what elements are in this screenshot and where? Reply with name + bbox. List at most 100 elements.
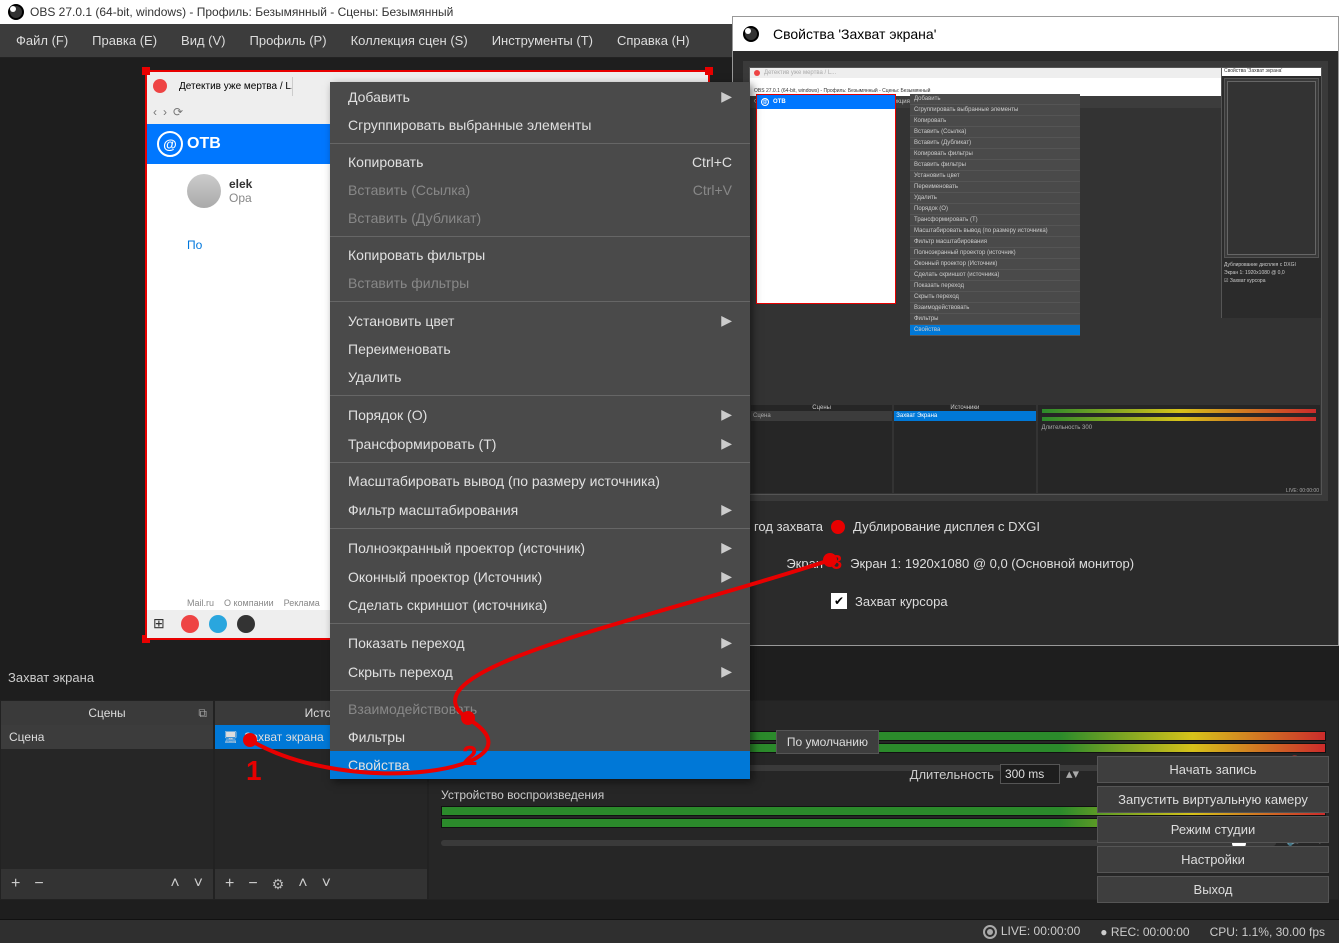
duration-input[interactable] <box>1000 764 1060 784</box>
cpu-status: CPU: 1.1%, 30.00 fps <box>1210 925 1325 939</box>
cursor-label: Захват курсора <box>855 594 948 609</box>
ctx-separator <box>330 143 750 144</box>
controls-panel: Начать запись Запустить виртуальную каме… <box>1097 756 1329 903</box>
submenu-arrow-icon: ▶ <box>721 501 732 518</box>
ctx-separator <box>330 236 750 237</box>
remove-scene-button[interactable]: − <box>34 875 43 893</box>
resize-handle-tl[interactable] <box>142 67 150 75</box>
ctx-screenshot[interactable]: Сделать скриншот (источника) <box>330 591 750 619</box>
footer-ads: Реклама <box>284 598 320 608</box>
properties-titlebar[interactable]: Свойства 'Захват экрана' <box>733 17 1338 51</box>
obs-logo-icon <box>743 26 759 42</box>
source-up-button[interactable]: ˄ <box>298 875 307 893</box>
recursive-preview: Детектив уже мертва / L... OBS 27.0.1 (6… <box>749 67 1322 495</box>
ctx-window-projector[interactable]: Оконный проектор (Источник)▶ <box>330 562 750 591</box>
menu-profile[interactable]: Профиль (P) <box>238 27 339 54</box>
mail-brand: ОТВ <box>187 135 221 153</box>
menu-view[interactable]: Вид (V) <box>169 27 237 54</box>
ctx-transform[interactable]: Трансформировать (T)▶ <box>330 429 750 458</box>
menu-tools[interactable]: Инструменты (T) <box>480 27 605 54</box>
scenes-header[interactable]: Сцены ⧉ <box>1 701 213 725</box>
screen-value[interactable]: Экран 1: 1920x1080 @ 0,0 (Основной монит… <box>850 556 1134 571</box>
ctx-separator <box>330 462 750 463</box>
ctx-separator <box>330 301 750 302</box>
ctx-separator <box>330 690 750 691</box>
stepper-icon[interactable]: ▴▾ <box>1066 766 1079 782</box>
avatar <box>187 174 221 208</box>
captured-footer: Mail.ru О компании Реклама <box>187 598 320 608</box>
transition-duration-row: Длительность ▴▾ <box>910 764 1079 784</box>
menu-help[interactable]: Справка (H) <box>605 27 702 54</box>
dock-popout-icon[interactable]: ⧉ <box>198 706 207 721</box>
method-value[interactable]: Дублирование дисплея с DXGI <box>853 519 1040 534</box>
cursor-row[interactable]: ✔ Захват курсора <box>831 593 1328 609</box>
remove-source-button[interactable]: − <box>248 875 257 893</box>
ctx-separator <box>330 528 750 529</box>
menu-scene-collection[interactable]: Коллекция сцен (S) <box>339 27 480 54</box>
annotation-dot-3 <box>831 520 845 534</box>
ctx-copy-filters[interactable]: Копировать фильтры <box>330 241 750 269</box>
screen-label: Экран <box>743 556 823 571</box>
add-scene-button[interactable]: + <box>11 875 20 893</box>
shortcut-label: Ctrl+V <box>693 182 732 198</box>
ctx-add[interactable]: Добавить▶ <box>330 82 750 111</box>
submenu-arrow-icon: ▶ <box>721 568 732 585</box>
resize-handle-tr[interactable] <box>705 67 713 75</box>
obs-taskbar-icon <box>237 615 255 633</box>
nav-fwd-icon: › <box>163 105 167 119</box>
submenu-arrow-icon: ▶ <box>721 634 732 651</box>
capture-method-row: год захвата Дублирование дисплея с DXGI <box>743 519 1328 534</box>
cursor-checkbox[interactable]: ✔ <box>831 593 847 609</box>
ctx-scale-filter[interactable]: Фильтр масштабирования▶ <box>330 495 750 524</box>
shortcut-label: Ctrl+C <box>692 154 732 170</box>
obs-logo-icon <box>8 4 24 20</box>
captured-usersub: Ора <box>229 191 252 205</box>
submenu-arrow-icon: ▶ <box>721 312 732 329</box>
ctx-filters[interactable]: Фильтры <box>330 723 750 751</box>
source-settings-button[interactable]: ⚙ <box>272 876 285 893</box>
ctx-delete[interactable]: Удалить <box>330 363 750 391</box>
ctx-copy[interactable]: КопироватьCtrl+C <box>330 148 750 176</box>
ctx-properties[interactable]: Свойства <box>330 751 750 779</box>
scene-item[interactable]: Сцена <box>1 725 213 749</box>
ctx-hide-transition[interactable]: Скрыть переход▶ <box>330 657 750 686</box>
scenes-toolbar: + − ˄ ˅ <box>1 869 213 899</box>
menu-file[interactable]: Файл (F) <box>4 27 80 54</box>
annotation-2: 2 <box>462 740 478 772</box>
duration-label: Длительность <box>910 767 994 782</box>
settings-button[interactable]: Настройки <box>1097 846 1329 873</box>
scene-up-button[interactable]: ˄ <box>170 875 179 893</box>
screen-row: Экран 3 Экран 1: 1920x1080 @ 0,0 (Основн… <box>743 552 1328 575</box>
ctx-fullscreen-projector[interactable]: Полноэкранный проектор (источник)▶ <box>330 533 750 562</box>
ctx-rename[interactable]: Переименовать <box>330 335 750 363</box>
ctx-interact: Взаимодействовать <box>330 695 750 723</box>
window-title: OBS 27.0.1 (64-bit, windows) - Профиль: … <box>30 5 453 19</box>
exit-button[interactable]: Выход <box>1097 876 1329 903</box>
mini-obs-capture: Детектив уже мертва / L... OBS 27.0.1 (6… <box>750 68 1321 494</box>
source-down-button[interactable]: ˅ <box>322 875 331 893</box>
defaults-button[interactable]: По умолчанию <box>776 730 879 754</box>
ctx-show-transition[interactable]: Показать переход▶ <box>330 628 750 657</box>
windows-start-icon: ⊞ <box>153 615 171 633</box>
display-icon: 🖥 <box>223 730 238 744</box>
captured-username: elek <box>229 177 252 191</box>
submenu-arrow-icon: ▶ <box>721 88 732 105</box>
ctx-order[interactable]: Порядок (O)▶ <box>330 400 750 429</box>
scene-down-button[interactable]: ˅ <box>194 875 203 893</box>
scenes-list[interactable]: Сцена <box>1 725 213 869</box>
ctx-scale-output[interactable]: Масштабировать вывод (по размеру источни… <box>330 467 750 495</box>
ctx-set-color[interactable]: Установить цвет▶ <box>330 306 750 335</box>
start-recording-button[interactable]: Начать запись <box>1097 756 1329 783</box>
opera-icon <box>153 79 167 93</box>
ctx-group[interactable]: Сгруппировать выбранные элементы <box>330 111 750 139</box>
telegram-taskbar-icon <box>209 615 227 633</box>
add-source-button[interactable]: + <box>225 875 234 893</box>
start-vcam-button[interactable]: Запустить виртуальную камеру <box>1097 786 1329 813</box>
annotation-3: 3 <box>831 552 842 575</box>
sources-toolbar: + − ⚙ ˄ ˅ <box>215 869 427 899</box>
source-label: Захват экрана <box>244 730 323 744</box>
menu-edit[interactable]: Правка (E) <box>80 27 169 54</box>
submenu-arrow-icon: ▶ <box>721 435 732 452</box>
live-dot-icon <box>983 925 997 939</box>
studio-mode-button[interactable]: Режим студии <box>1097 816 1329 843</box>
